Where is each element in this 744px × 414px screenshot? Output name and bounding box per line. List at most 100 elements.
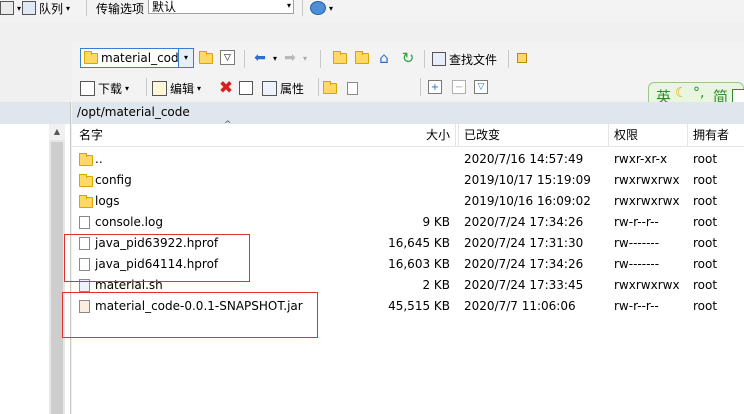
file-size — [372, 191, 450, 212]
forward-history-button[interactable]: ▾ — [300, 50, 310, 66]
file-owner: root — [693, 173, 718, 187]
file-row[interactable]: .. 2020/7/16 14:57:49 rwxr-xr-x root — [72, 149, 744, 170]
chevron-down-icon[interactable]: ▾ — [178, 49, 193, 67]
delete-button[interactable]: ✖ — [218, 78, 234, 98]
column-modified[interactable]: 已改变 — [464, 124, 500, 146]
open-folder-button[interactable] — [198, 50, 214, 66]
file-modified: 2020/7/24 17:31:30 — [464, 236, 584, 250]
highlight-box — [62, 292, 318, 338]
current-path[interactable]: /opt/material_code — [77, 105, 190, 119]
chevron-down-icon: ▾ — [125, 83, 130, 93]
refresh-icon: ↻ — [401, 49, 415, 67]
folder-icon — [84, 51, 98, 64]
file-owner: root — [693, 236, 718, 250]
chevron-down-icon: ▾ — [286, 1, 291, 10]
chevron-down-icon: ▾ — [329, 3, 334, 13]
home-button[interactable]: ⌂ — [376, 49, 392, 67]
top-toolbar: ▾ 队列 ▾ 传输选项 默认 ▾ ▾ — [0, 0, 744, 22]
file-modified: 2019/10/16 16:09:02 — [464, 194, 591, 208]
file-row[interactable]: logs 2019/10/16 16:09:02 rwxrwxrwx root — [72, 191, 744, 212]
find-files-label: 查找文件 — [449, 52, 498, 67]
new-file-button[interactable] — [344, 80, 360, 96]
filter-icon: ▽ — [224, 52, 231, 63]
filter-button[interactable]: ▽ — [220, 50, 235, 65]
properties-label: 属性 — [280, 81, 305, 96]
chevron-down-icon: ▾ — [302, 53, 307, 63]
keyboard-icon[interactable] — [732, 89, 744, 103]
transfer-settings-button[interactable]: ▾ — [310, 0, 333, 16]
folder-icon — [79, 195, 93, 208]
column-owner[interactable]: 拥有者 — [693, 124, 729, 146]
file-size: 16,645 KB — [388, 236, 450, 250]
column-size[interactable]: 大小 — [426, 124, 450, 146]
root-directory-button[interactable] — [354, 50, 370, 66]
back-button[interactable]: ⬅ — [252, 50, 268, 66]
filter-icon: ▽ — [477, 82, 485, 92]
punctuation-icon: °, — [693, 85, 705, 101]
transfer-mode-select[interactable]: 默认 ▾ — [148, 0, 294, 14]
file-owner: root — [693, 278, 718, 292]
minus-icon: − — [454, 81, 464, 93]
highlight-box — [64, 234, 250, 282]
file-permissions: rwxrwxrwx — [614, 194, 680, 208]
local-path-bar — [0, 102, 70, 124]
file-modified: 2020/7/24 17:34:26 — [464, 257, 584, 271]
scrollbar-thumb[interactable] — [51, 142, 63, 414]
file-permissions: rw------- — [614, 236, 660, 250]
local-scrollbar[interactable]: ▲ — [49, 124, 65, 414]
file-row[interactable]: config 2019/10/17 15:19:09 rwxrwxrwx root — [72, 170, 744, 191]
queue-label: 队列 — [39, 1, 64, 16]
new-folder-icon — [323, 80, 337, 94]
properties-icon — [262, 80, 277, 96]
transfer-options-label: 传输选项 — [96, 1, 145, 16]
file-modified: 2020/7/24 17:34:26 — [464, 215, 584, 229]
back-history-button[interactable]: ▾ — [270, 50, 280, 66]
plus-icon: + — [430, 81, 440, 93]
select-all-button[interactable]: + — [428, 80, 442, 94]
file-permissions: rw------- — [614, 257, 660, 271]
file-permissions: rw-r--r-- — [614, 215, 659, 229]
parent-directory-button[interactable] — [332, 50, 348, 66]
file-owner: root — [693, 215, 718, 229]
transfer-mode-value: 默认 — [152, 0, 177, 14]
local-toolbar-area — [0, 42, 70, 102]
file-owner: root — [693, 257, 718, 271]
find-files-icon — [432, 52, 446, 66]
chevron-down-icon: ▾ — [197, 83, 202, 93]
file-permissions: rw-r--r-- — [614, 299, 659, 313]
chevron-down-icon: ▾ — [272, 53, 277, 63]
rename-icon — [239, 81, 253, 95]
column-permissions[interactable]: 权限 — [614, 124, 638, 146]
folder-icon — [79, 174, 93, 187]
text-file-icon — [79, 216, 90, 229]
column-name[interactable]: 名字 — [79, 124, 103, 146]
remote-file-list: ^ 名字 大小 已改变 权限 拥有者 .. 2020/7/16 14:57:49 r… — [62, 120, 744, 414]
properties-button[interactable]: 属性 — [262, 80, 304, 96]
find-files-button[interactable]: 查找文件 — [432, 51, 497, 67]
scroll-up-icon[interactable]: ▲ — [49, 124, 65, 140]
forward-button[interactable]: ➡ — [282, 50, 298, 66]
rename-button[interactable] — [238, 80, 254, 96]
globe-settings-icon — [310, 1, 326, 15]
edit-label: 编辑 — [170, 81, 195, 96]
queue-dropdown[interactable]: ▾ — [0, 0, 21, 16]
file-owner: root — [693, 299, 718, 313]
file-row[interactable]: console.log 9 KB 2020/7/24 17:34:26 rw-r--r… — [72, 212, 744, 233]
queue-icon — [0, 1, 14, 15]
file-permissions: rwxrwxrwx — [614, 173, 680, 187]
parent-folder-icon — [333, 50, 347, 64]
new-file-icon — [346, 81, 358, 95]
file-modified: 2020/7/24 17:33:45 — [464, 278, 584, 292]
file-owner: root — [693, 152, 718, 166]
edit-button[interactable]: 编辑 ▾ — [152, 80, 201, 96]
home-icon: ⌂ — [379, 49, 389, 67]
download-button[interactable]: 下载 ▾ — [80, 80, 129, 96]
file-name: config — [95, 173, 132, 187]
filter-select-button[interactable]: ▽ — [474, 80, 488, 94]
refresh-button[interactable]: ↻ — [400, 49, 416, 67]
tree-view-button[interactable] — [514, 50, 530, 66]
new-folder-button[interactable] — [322, 80, 338, 96]
deselect-button[interactable]: − — [452, 80, 466, 94]
remote-directory-select[interactable]: material_code ▾ — [80, 48, 194, 68]
queue-menu[interactable]: 队列 ▾ — [22, 0, 70, 16]
